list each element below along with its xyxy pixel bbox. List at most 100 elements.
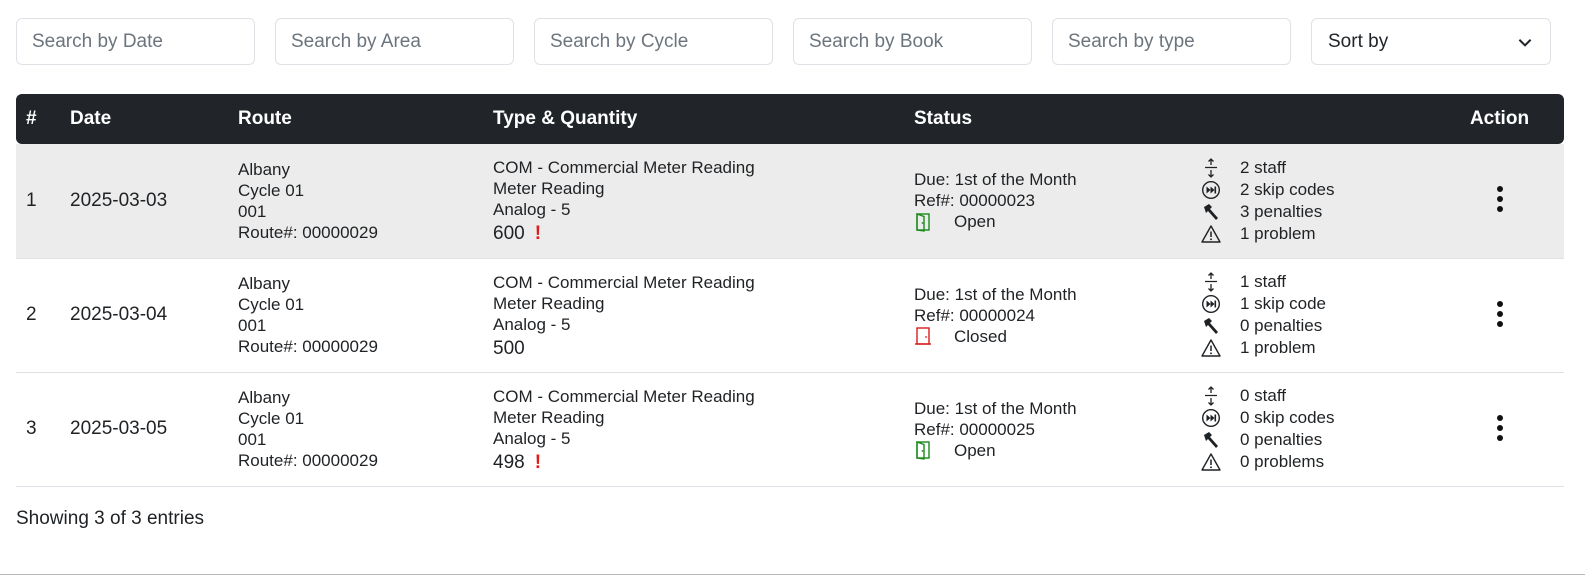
chevron-down-icon bbox=[1518, 38, 1532, 47]
penalty-count: 3 penalties bbox=[1240, 201, 1323, 221]
header-date: Date bbox=[70, 108, 112, 129]
quantity-warning-icon: ! bbox=[534, 223, 542, 245]
status-cell: Due: 1st of the Month Ref#: 00000025 Ope… bbox=[904, 372, 1200, 486]
search-book-input[interactable] bbox=[793, 18, 1032, 65]
route-book: 001 bbox=[238, 430, 267, 449]
hammer-icon bbox=[1204, 203, 1218, 220]
table-row[interactable]: 3 2025-03-05 Albany Cycle 01 001 Route#:… bbox=[16, 372, 1564, 486]
kebab-menu-icon bbox=[1496, 300, 1503, 327]
row-actions-button[interactable] bbox=[1486, 408, 1514, 451]
type-category: Meter Reading bbox=[493, 407, 605, 427]
status-badge: Open bbox=[954, 440, 996, 460]
quantity-value: 498 bbox=[493, 451, 525, 473]
meter-kind: Analog - 5 bbox=[493, 200, 571, 220]
type-name: COM - Commercial Meter Reading bbox=[493, 158, 755, 178]
row-number: 2 bbox=[26, 304, 37, 325]
action-cell bbox=[1435, 258, 1564, 372]
type-category: Meter Reading bbox=[493, 179, 605, 199]
route-cell: Albany Cycle 01 001 Route#: 00000029 bbox=[228, 258, 483, 372]
quantity-value: 600 bbox=[493, 223, 525, 245]
table-header-row: # Date Route Type & Quantity Status Acti… bbox=[16, 94, 1564, 144]
staff-count: 0 staff bbox=[1240, 386, 1286, 405]
search-date-input[interactable] bbox=[16, 18, 255, 65]
sort-select[interactable]: Sort by bbox=[1311, 18, 1551, 65]
warning-triangle-icon bbox=[1201, 339, 1221, 357]
search-area-input[interactable] bbox=[275, 18, 514, 65]
route-cycle: Cycle 01 bbox=[238, 180, 305, 200]
header-route: Route bbox=[238, 108, 292, 129]
row-actions-button[interactable] bbox=[1486, 294, 1514, 337]
type-name: COM - Commercial Meter Reading bbox=[493, 386, 755, 406]
hammer-icon bbox=[1204, 432, 1218, 448]
hammer-icon bbox=[1204, 318, 1218, 334]
row-date: 2025-03-04 bbox=[70, 304, 168, 325]
fast-forward-circle-icon bbox=[1201, 180, 1221, 199]
height-arrows-icon bbox=[1205, 157, 1217, 178]
problem-count: 1 problem bbox=[1240, 223, 1316, 243]
search-cycle-input[interactable] bbox=[534, 18, 773, 65]
header-num: # bbox=[26, 108, 37, 129]
meter-kind: Analog - 5 bbox=[493, 428, 571, 448]
counts-cell: 1 staff 1 skip code 0 penalties 1 proble… bbox=[1200, 258, 1435, 372]
header-counts bbox=[1200, 94, 1435, 144]
table-row[interactable]: 1 2025-03-03 Albany Cycle 01 001 Route#:… bbox=[16, 144, 1564, 258]
status-badge: Open bbox=[954, 212, 996, 232]
table-row[interactable]: 2 2025-03-04 Albany Cycle 01 001 Route#:… bbox=[16, 258, 1564, 372]
entries-summary: Showing 3 of 3 entries bbox=[16, 508, 205, 529]
skip-code-count: 1 skip code bbox=[1240, 294, 1326, 313]
sort-label: Sort by bbox=[1328, 30, 1389, 52]
route-area: Albany bbox=[238, 274, 290, 293]
skip-code-count: 0 skip codes bbox=[1240, 408, 1335, 427]
row-actions-button[interactable] bbox=[1486, 179, 1514, 222]
quantity-warning-icon: ! bbox=[534, 451, 542, 473]
route-number: Route#: 00000029 bbox=[238, 451, 378, 470]
status-badge: Closed bbox=[954, 326, 1007, 346]
route-area: Albany bbox=[238, 388, 290, 407]
route-cycle: Cycle 01 bbox=[238, 409, 305, 428]
height-arrows-icon bbox=[1205, 272, 1217, 292]
header-type-quantity: Type & Quantity bbox=[493, 108, 638, 129]
staff-count: 2 staff bbox=[1240, 157, 1286, 177]
type-quantity-cell: COM - Commercial Meter Reading Meter Rea… bbox=[483, 144, 904, 258]
door-open-icon bbox=[916, 441, 930, 460]
search-type-input[interactable] bbox=[1052, 18, 1291, 65]
action-cell bbox=[1435, 372, 1564, 486]
route-cell: Albany Cycle 01 001 Route#: 00000029 bbox=[228, 144, 483, 258]
counts-cell: 2 staff 2 skip codes 3 penalties 1 probl… bbox=[1200, 144, 1435, 258]
warning-triangle-icon bbox=[1201, 453, 1221, 471]
bottom-divider bbox=[0, 574, 1585, 575]
filter-bar: Sort by bbox=[16, 18, 1551, 65]
meter-kind: Analog - 5 bbox=[493, 314, 571, 334]
ref-number: Ref#: 00000025 bbox=[914, 419, 1035, 439]
counts-cell: 0 staff 0 skip codes 0 penalties 0 probl… bbox=[1200, 372, 1435, 486]
header-status: Status bbox=[914, 108, 973, 129]
height-arrows-icon bbox=[1205, 386, 1217, 406]
kebab-menu-icon bbox=[1496, 414, 1503, 441]
route-number: Route#: 00000029 bbox=[238, 222, 378, 242]
due-text: Due: 1st of the Month bbox=[914, 284, 1077, 304]
type-quantity-cell: COM - Commercial Meter Reading Meter Rea… bbox=[483, 372, 904, 486]
type-name: COM - Commercial Meter Reading bbox=[493, 272, 755, 292]
type-quantity-cell: COM - Commercial Meter Reading Meter Rea… bbox=[483, 258, 904, 372]
route-cell: Albany Cycle 01 001 Route#: 00000029 bbox=[228, 372, 483, 486]
fast-forward-circle-icon bbox=[1201, 408, 1221, 428]
route-cycle: Cycle 01 bbox=[238, 295, 305, 314]
penalty-count: 0 penalties bbox=[1240, 430, 1323, 449]
door-open-icon bbox=[916, 212, 930, 232]
quantity-value: 500 bbox=[493, 337, 525, 359]
skip-code-count: 2 skip codes bbox=[1240, 179, 1335, 199]
status-cell: Due: 1st of the Month Ref#: 00000023 Ope… bbox=[904, 144, 1200, 258]
due-text: Due: 1st of the Month bbox=[914, 398, 1077, 418]
staff-count: 1 staff bbox=[1240, 272, 1286, 291]
problem-count: 0 problems bbox=[1240, 452, 1325, 471]
route-book: 001 bbox=[238, 316, 267, 335]
header-action: Action bbox=[1469, 108, 1530, 129]
fast-forward-circle-icon bbox=[1201, 294, 1221, 314]
routes-table: # Date Route Type & Quantity Status Acti… bbox=[16, 94, 1564, 487]
warning-triangle-icon bbox=[1201, 225, 1221, 243]
problem-count: 1 problem bbox=[1240, 338, 1316, 357]
door-closed-icon bbox=[915, 327, 931, 345]
row-number: 3 bbox=[26, 418, 37, 439]
penalty-count: 0 penalties bbox=[1240, 316, 1323, 335]
due-text: Due: 1st of the Month bbox=[914, 170, 1077, 190]
